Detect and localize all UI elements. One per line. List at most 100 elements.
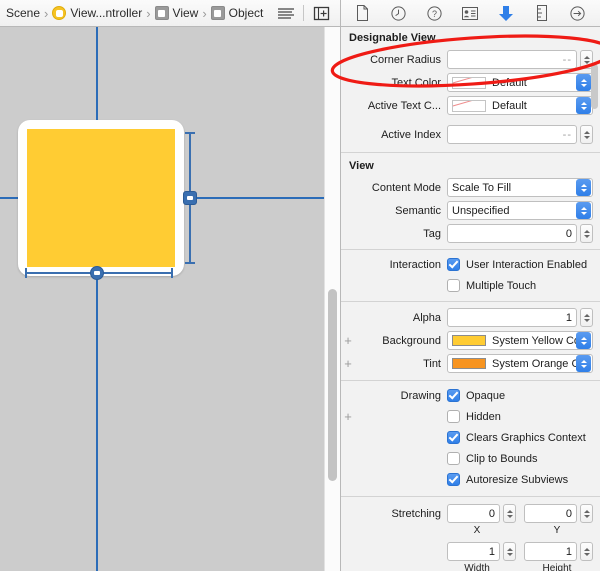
clears-graphics-context-row: + Clears Graphics Context [341, 427, 600, 448]
canvas-scrollbar-thumb[interactable] [328, 289, 337, 481]
yellow-view[interactable] [27, 129, 175, 267]
clock-icon [391, 5, 406, 21]
inspector-scrollbar-track[interactable] [589, 54, 600, 571]
alpha-input[interactable]: 1 [447, 308, 577, 327]
tag-input[interactable]: 0 [447, 224, 577, 243]
inspector-tab-bar: ? [341, 0, 600, 27]
bindings-inspector-tab[interactable] [565, 2, 591, 24]
corner-radius-row: + Corner Radius -- [341, 48, 600, 71]
plus-icon: + [341, 53, 355, 66]
no-color-swatch-icon [452, 76, 486, 89]
clip-to-bounds-row: + Clip to Bounds [341, 448, 600, 469]
active-index-row: + Active Index -- [341, 123, 600, 146]
stretching-height-input[interactable]: 1 [524, 542, 577, 561]
alpha-label: Alpha [412, 311, 441, 324]
breadcrumb-separator: › [202, 5, 207, 21]
multiple-touch-checkbox[interactable] [447, 279, 460, 292]
attributes-inspector-tab[interactable] [457, 2, 483, 24]
stretching-x-stepper[interactable] [503, 504, 516, 523]
inspector-scrollbar-thumb[interactable] [591, 64, 598, 109]
corner-radius-input[interactable]: -- [447, 50, 577, 69]
selected-view-frame[interactable] [18, 120, 184, 276]
add-tint-variation-button[interactable]: + [341, 357, 355, 370]
stretching-y-sublabel: Y [553, 525, 561, 536]
text-color-popup[interactable]: Default [447, 73, 593, 92]
breadcrumb-item-view-controller[interactable]: View...ntroller [52, 6, 142, 20]
interaction-row: + Interaction User Interaction Enabled [341, 254, 600, 275]
view-controller-icon [52, 6, 67, 20]
jump-bar: Scene › View...ntroller › View › Object [0, 0, 340, 27]
add-hidden-variation-button[interactable]: + [341, 410, 355, 423]
plus-icon: + [341, 76, 355, 89]
corner-radius-placeholder: -- [562, 53, 572, 66]
file-inspector-tab[interactable] [350, 2, 376, 24]
opaque-checkbox[interactable] [447, 389, 460, 402]
content-mode-popup[interactable]: Scale To Fill [447, 178, 593, 197]
stretching-width-value: 1 [488, 545, 495, 558]
drawing-row: + Drawing Opaque [341, 385, 600, 406]
plus-icon: + [341, 181, 355, 194]
canvas-scrollbar-track[interactable] [324, 27, 340, 571]
plus-icon: + [341, 389, 355, 402]
plus-icon: + [341, 128, 355, 141]
no-color-swatch-icon [452, 99, 486, 112]
content-mode-row: + Content Mode Scale To Fill [341, 176, 600, 199]
xcode-interface-builder-window: Scene › View...ntroller › View › Object [0, 0, 600, 571]
active-text-color-popup[interactable]: Default [447, 96, 593, 115]
user-interaction-enabled-checkbox[interactable] [447, 258, 460, 271]
multiple-touch-label: Multiple Touch [466, 279, 537, 292]
question-circle-icon: ? [427, 5, 442, 21]
background-color-value: System Yellow Color [492, 334, 576, 347]
row-divider [341, 301, 600, 302]
stretching-y-input[interactable]: 0 [524, 504, 577, 523]
connections-inspector-tab[interactable] [529, 2, 555, 24]
plus-icon: + [341, 507, 355, 520]
tint-color-value: System Orange Color [492, 357, 576, 370]
stretching-xy-sublabels: X Y [341, 525, 600, 538]
background-label: Background [382, 334, 441, 347]
text-color-label: Text Color [391, 76, 441, 89]
add-background-variation-button[interactable]: + [341, 334, 355, 347]
height-constraint-handle[interactable] [183, 191, 197, 205]
assistant-editor-button[interactable] [308, 3, 334, 23]
active-text-color-row: + Active Text C... Default [341, 94, 600, 117]
background-color-swatch [452, 335, 486, 346]
text-color-value: Default [492, 76, 527, 89]
size-inspector-tab[interactable] [493, 2, 519, 24]
plus-icon: + [341, 311, 355, 324]
stretching-y-value: 0 [565, 507, 572, 520]
stretching-width-input[interactable]: 1 [447, 542, 500, 561]
background-color-popup[interactable]: System Yellow Color [447, 331, 593, 350]
hidden-checkbox[interactable] [447, 410, 460, 423]
active-text-color-value: Default [492, 99, 527, 112]
autoresize-subviews-checkbox[interactable] [447, 473, 460, 486]
active-index-input[interactable]: -- [447, 125, 577, 144]
stretching-row: + Stretching 0 0 [341, 502, 600, 525]
semantic-value: Unspecified [452, 204, 510, 217]
clears-graphics-context-checkbox[interactable] [447, 431, 460, 444]
stretching-width-stepper[interactable] [503, 542, 516, 561]
clip-to-bounds-checkbox[interactable] [447, 452, 460, 465]
width-constraint-handle[interactable] [90, 266, 104, 280]
stretching-x-input[interactable]: 0 [447, 504, 500, 523]
design-canvas[interactable] [0, 27, 340, 571]
quick-help-inspector-tab[interactable] [386, 2, 412, 24]
toolbar-divider [303, 5, 304, 21]
editor-options-button[interactable] [273, 3, 299, 23]
hidden-row: + Hidden [341, 406, 600, 427]
breadcrumb-label-object: Object [228, 6, 264, 20]
width-constraint-cap-left [25, 268, 27, 278]
inspector-content: Designable View + Corner Radius -- + Tex… [341, 27, 600, 571]
content-mode-label: Content Mode [371, 181, 441, 194]
semantic-popup[interactable]: Unspecified [447, 201, 593, 220]
breadcrumb-item-object[interactable]: Object [210, 6, 264, 20]
view-icon [210, 6, 225, 20]
plus-icon: + [341, 545, 355, 558]
panel-add-icon [313, 6, 329, 20]
section-divider [341, 152, 600, 153]
breadcrumb-item-view[interactable]: View [154, 6, 198, 20]
identity-inspector-tab[interactable]: ? [422, 2, 448, 24]
tint-color-popup[interactable]: System Orange Color [447, 354, 593, 373]
content-mode-value: Scale To Fill [452, 181, 512, 194]
breadcrumb-item-scene[interactable]: Scene [2, 6, 40, 20]
